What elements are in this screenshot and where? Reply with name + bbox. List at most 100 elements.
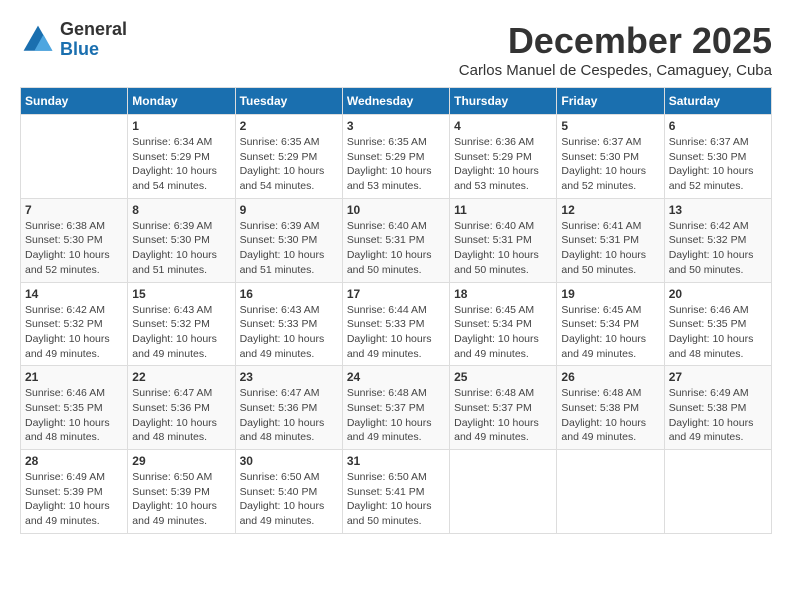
calendar-cell: 27 Sunrise: 6:49 AMSunset: 5:38 PMDayligh… xyxy=(664,366,771,450)
cell-content: Sunrise: 6:49 AMSunset: 5:38 PMDaylight:… xyxy=(669,386,767,445)
calendar-cell: 12 Sunrise: 6:41 AMSunset: 5:31 PMDayligh… xyxy=(557,198,664,282)
calendar-cell: 3Sunrise: 6:35 AMSunset: 5:29 PMDaylight… xyxy=(342,115,449,199)
cell-content: Sunrise: 6:44 AMSunset: 5:33 PMDaylight:… xyxy=(347,303,445,362)
day-number: 17 xyxy=(347,287,445,301)
calendar-cell: 9 Sunrise: 6:39 AMSunset: 5:30 PMDaylight… xyxy=(235,198,342,282)
cell-content: Sunrise: 6:37 AMSunset: 5:30 PMDaylight:… xyxy=(669,135,767,194)
calendar-cell: 16 Sunrise: 6:43 AMSunset: 5:33 PMDayligh… xyxy=(235,282,342,366)
calendar-cell: 22 Sunrise: 6:47 AMSunset: 5:36 PMDayligh… xyxy=(128,366,235,450)
calendar-week-3: 21 Sunrise: 6:46 AMSunset: 5:35 PMDayligh… xyxy=(21,366,772,450)
day-number: 30 xyxy=(240,454,338,468)
cell-content: Sunrise: 6:45 AMSunset: 5:34 PMDaylight:… xyxy=(561,303,659,362)
cell-content: Sunrise: 6:46 AMSunset: 5:35 PMDaylight:… xyxy=(669,303,767,362)
logo-blue-text: Blue xyxy=(60,40,127,60)
day-number: 29 xyxy=(132,454,230,468)
calendar-cell xyxy=(664,450,771,534)
calendar-cell: 30 Sunrise: 6:50 AMSunset: 5:40 PMDayligh… xyxy=(235,450,342,534)
cell-content: Sunrise: 6:34 AMSunset: 5:29 PMDaylight:… xyxy=(132,135,230,194)
cell-content: Sunrise: 6:49 AMSunset: 5:39 PMDaylight:… xyxy=(25,470,123,529)
header-day-sunday: Sunday xyxy=(21,88,128,115)
calendar-cell: 13 Sunrise: 6:42 AMSunset: 5:32 PMDayligh… xyxy=(664,198,771,282)
day-number: 25 xyxy=(454,370,552,384)
day-number: 12 xyxy=(561,203,659,217)
calendar-cell: 14Sunrise: 6:42 AMSunset: 5:32 PMDayligh… xyxy=(21,282,128,366)
calendar-cell: 17 Sunrise: 6:44 AMSunset: 5:33 PMDayligh… xyxy=(342,282,449,366)
day-number: 27 xyxy=(669,370,767,384)
cell-content: Sunrise: 6:46 AMSunset: 5:35 PMDaylight:… xyxy=(25,386,123,445)
month-title: December 2025 xyxy=(459,20,772,62)
cell-content: Sunrise: 6:35 AMSunset: 5:29 PMDaylight:… xyxy=(240,135,338,194)
calendar-cell: 24Sunrise: 6:48 AMSunset: 5:37 PMDayligh… xyxy=(342,366,449,450)
calendar-cell: 21 Sunrise: 6:46 AMSunset: 5:35 PMDayligh… xyxy=(21,366,128,450)
cell-content: Sunrise: 6:42 AMSunset: 5:32 PMDaylight:… xyxy=(669,219,767,278)
cell-content: Sunrise: 6:43 AMSunset: 5:32 PMDaylight:… xyxy=(132,303,230,362)
calendar-cell: 18Sunrise: 6:45 AMSunset: 5:34 PMDayligh… xyxy=(450,282,557,366)
calendar-cell xyxy=(21,115,128,199)
day-number: 6 xyxy=(669,119,767,133)
logo-general-text: General xyxy=(60,20,127,40)
title-area: December 2025 Carlos Manuel de Cespedes,… xyxy=(459,20,772,79)
logo: General Blue xyxy=(20,20,127,60)
calendar-cell: 28 Sunrise: 6:49 AMSunset: 5:39 PMDayligh… xyxy=(21,450,128,534)
cell-content: Sunrise: 6:50 AMSunset: 5:40 PMDaylight:… xyxy=(240,470,338,529)
subtitle: Carlos Manuel de Cespedes, Camaguey, Cub… xyxy=(459,62,772,79)
day-number: 16 xyxy=(240,287,338,301)
calendar-cell: 11 Sunrise: 6:40 AMSunset: 5:31 PMDayligh… xyxy=(450,198,557,282)
calendar-cell: 4Sunrise: 6:36 AMSunset: 5:29 PMDaylight… xyxy=(450,115,557,199)
cell-content: Sunrise: 6:40 AMSunset: 5:31 PMDaylight:… xyxy=(347,219,445,278)
cell-content: Sunrise: 6:47 AMSunset: 5:36 PMDaylight:… xyxy=(132,386,230,445)
header-area: General Blue December 2025 Carlos Manuel… xyxy=(20,20,772,79)
cell-content: Sunrise: 6:38 AMSunset: 5:30 PMDaylight:… xyxy=(25,219,123,278)
day-number: 10 xyxy=(347,203,445,217)
calendar-cell: 29 Sunrise: 6:50 AMSunset: 5:39 PMDayligh… xyxy=(128,450,235,534)
calendar-week-4: 28 Sunrise: 6:49 AMSunset: 5:39 PMDayligh… xyxy=(21,450,772,534)
header-day-tuesday: Tuesday xyxy=(235,88,342,115)
day-number: 9 xyxy=(240,203,338,217)
calendar-week-1: 7 Sunrise: 6:38 AMSunset: 5:30 PMDaylight… xyxy=(21,198,772,282)
calendar-cell: 19 Sunrise: 6:45 AMSunset: 5:34 PMDayligh… xyxy=(557,282,664,366)
day-number: 11 xyxy=(454,203,552,217)
cell-content: Sunrise: 6:42 AMSunset: 5:32 PMDaylight:… xyxy=(25,303,123,362)
day-number: 1 xyxy=(132,119,230,133)
calendar-cell: 10 Sunrise: 6:40 AMSunset: 5:31 PMDayligh… xyxy=(342,198,449,282)
calendar-cell: 1 Sunrise: 6:34 AMSunset: 5:29 PMDaylight… xyxy=(128,115,235,199)
calendar-cell: 23Sunrise: 6:47 AMSunset: 5:36 PMDayligh… xyxy=(235,366,342,450)
cell-content: Sunrise: 6:40 AMSunset: 5:31 PMDaylight:… xyxy=(454,219,552,278)
calendar-table: SundayMondayTuesdayWednesdayThursdayFrid… xyxy=(20,87,772,534)
day-number: 4 xyxy=(454,119,552,133)
day-number: 28 xyxy=(25,454,123,468)
calendar-cell: 6 Sunrise: 6:37 AMSunset: 5:30 PMDaylight… xyxy=(664,115,771,199)
day-number: 2 xyxy=(240,119,338,133)
cell-content: Sunrise: 6:39 AMSunset: 5:30 PMDaylight:… xyxy=(132,219,230,278)
day-number: 7 xyxy=(25,203,123,217)
day-number: 8 xyxy=(132,203,230,217)
cell-content: Sunrise: 6:41 AMSunset: 5:31 PMDaylight:… xyxy=(561,219,659,278)
header-day-friday: Friday xyxy=(557,88,664,115)
calendar-header: SundayMondayTuesdayWednesdayThursdayFrid… xyxy=(21,88,772,115)
header-day-thursday: Thursday xyxy=(450,88,557,115)
cell-content: Sunrise: 6:48 AMSunset: 5:38 PMDaylight:… xyxy=(561,386,659,445)
day-number: 19 xyxy=(561,287,659,301)
day-number: 13 xyxy=(669,203,767,217)
logo-icon xyxy=(20,22,56,58)
calendar-cell: 7 Sunrise: 6:38 AMSunset: 5:30 PMDaylight… xyxy=(21,198,128,282)
cell-content: Sunrise: 6:45 AMSunset: 5:34 PMDaylight:… xyxy=(454,303,552,362)
cell-content: Sunrise: 6:50 AMSunset: 5:41 PMDaylight:… xyxy=(347,470,445,529)
calendar-week-0: 1 Sunrise: 6:34 AMSunset: 5:29 PMDaylight… xyxy=(21,115,772,199)
day-number: 24 xyxy=(347,370,445,384)
cell-content: Sunrise: 6:50 AMSunset: 5:39 PMDaylight:… xyxy=(132,470,230,529)
calendar-cell xyxy=(450,450,557,534)
day-number: 31 xyxy=(347,454,445,468)
header-row: SundayMondayTuesdayWednesdayThursdayFrid… xyxy=(21,88,772,115)
cell-content: Sunrise: 6:39 AMSunset: 5:30 PMDaylight:… xyxy=(240,219,338,278)
calendar-cell: 20 Sunrise: 6:46 AMSunset: 5:35 PMDayligh… xyxy=(664,282,771,366)
day-number: 21 xyxy=(25,370,123,384)
calendar-cell: 5Sunrise: 6:37 AMSunset: 5:30 PMDaylight… xyxy=(557,115,664,199)
day-number: 26 xyxy=(561,370,659,384)
day-number: 22 xyxy=(132,370,230,384)
cell-content: Sunrise: 6:43 AMSunset: 5:33 PMDaylight:… xyxy=(240,303,338,362)
cell-content: Sunrise: 6:47 AMSunset: 5:36 PMDaylight:… xyxy=(240,386,338,445)
calendar-week-2: 14Sunrise: 6:42 AMSunset: 5:32 PMDayligh… xyxy=(21,282,772,366)
day-number: 20 xyxy=(669,287,767,301)
calendar-body: 1 Sunrise: 6:34 AMSunset: 5:29 PMDaylight… xyxy=(21,115,772,534)
